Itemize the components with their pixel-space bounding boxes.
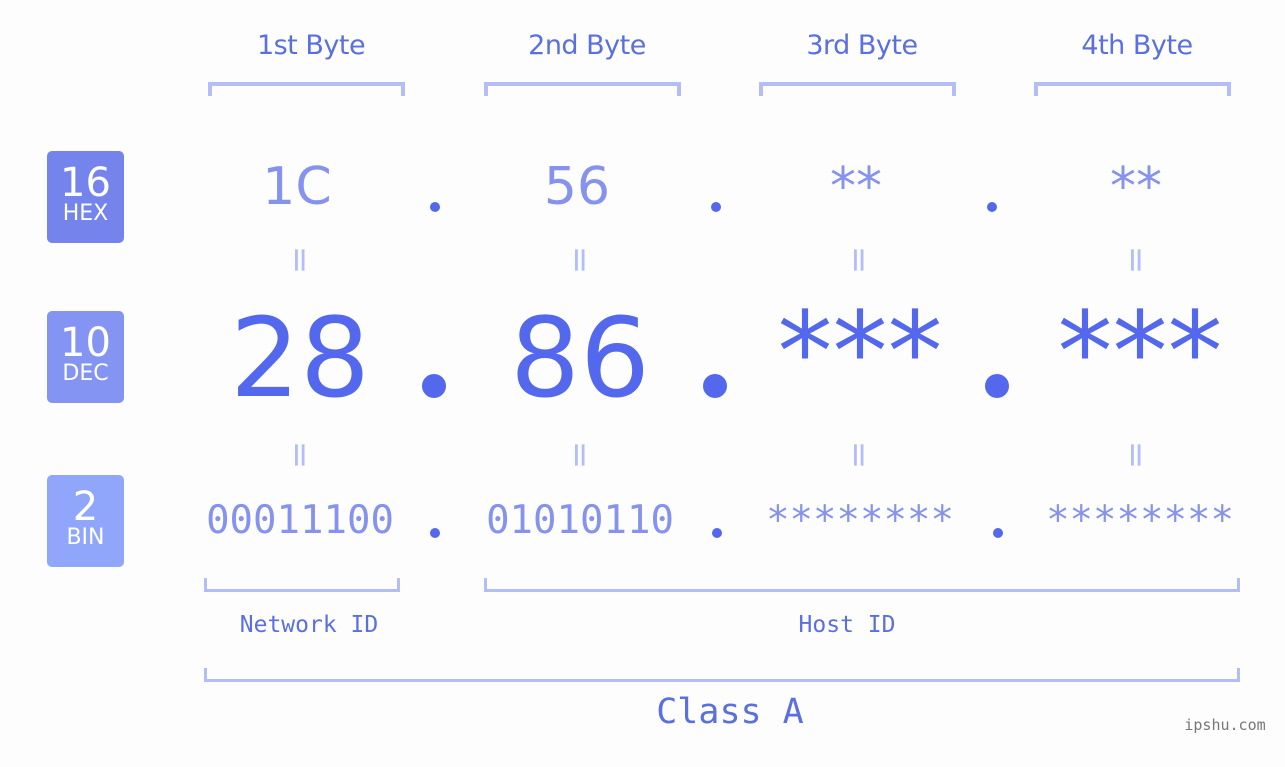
- bracket-byte-3: [759, 82, 956, 96]
- dec-separator-dot-3: [985, 374, 1009, 398]
- bin-separator-dot-1: [430, 528, 440, 538]
- dec-badge-number: 10: [60, 320, 111, 366]
- host-id-bracket: [484, 578, 1240, 592]
- equals-icon: =: [839, 440, 879, 470]
- equals-icon: =: [839, 245, 879, 275]
- hex-byte-1: 1C: [262, 157, 332, 217]
- dec-badge-name: DEC: [62, 361, 109, 386]
- class-label: Class A: [656, 692, 804, 732]
- dec-separator-dot-2: [703, 374, 727, 398]
- hex-badge-number: 16: [60, 160, 111, 206]
- network-id-bracket: [204, 578, 400, 592]
- dec-byte-3: ***: [777, 288, 943, 416]
- bin-separator-dot-3: [993, 528, 1003, 538]
- bin-badge-number: 2: [72, 484, 99, 530]
- bracket-byte-2: [484, 82, 681, 96]
- byte-label-4: 4th Byte: [1081, 30, 1193, 61]
- dec-byte-4: ***: [1057, 288, 1223, 416]
- bin-byte-1: 00011100: [206, 498, 394, 543]
- hex-badge-name: HEX: [62, 201, 109, 226]
- hex-badge: 16 HEX: [47, 151, 124, 243]
- dec-badge: 10 DEC: [47, 311, 124, 403]
- byte-label-1: 1st Byte: [256, 30, 366, 61]
- hex-byte-2: 56: [543, 157, 611, 217]
- host-id-label: Host ID: [798, 612, 896, 638]
- bin-badge: 2 BIN: [47, 475, 124, 567]
- dec-byte-1: 28: [230, 294, 370, 422]
- hex-separator-dot-3: [987, 202, 997, 212]
- equals-icon: =: [1116, 245, 1156, 275]
- hex-byte-4: **: [1110, 157, 1162, 217]
- byte-label-2: 2nd Byte: [528, 30, 646, 61]
- hex-separator-dot-2: [711, 202, 721, 212]
- equals-icon: =: [280, 440, 320, 470]
- bin-byte-3: ********: [766, 498, 954, 543]
- bin-badge-name: BIN: [66, 525, 105, 550]
- equals-icon: =: [280, 245, 320, 275]
- hex-byte-3: **: [830, 157, 882, 217]
- dec-separator-dot-1: [422, 374, 446, 398]
- watermark: ipshu.com: [1184, 716, 1266, 734]
- class-bracket: [204, 668, 1240, 682]
- bin-byte-4: ********: [1046, 498, 1234, 543]
- byte-label-3: 3rd Byte: [806, 30, 918, 61]
- dec-byte-2: 86: [510, 294, 650, 422]
- equals-icon: =: [560, 245, 600, 275]
- equals-icon: =: [560, 440, 600, 470]
- bin-byte-2: 01010110: [486, 498, 674, 543]
- bracket-byte-1: [208, 82, 405, 96]
- equals-icon: =: [1116, 440, 1156, 470]
- network-id-label: Network ID: [239, 612, 379, 638]
- hex-separator-dot-1: [430, 202, 440, 212]
- bin-separator-dot-2: [712, 528, 722, 538]
- bracket-byte-4: [1034, 82, 1231, 96]
